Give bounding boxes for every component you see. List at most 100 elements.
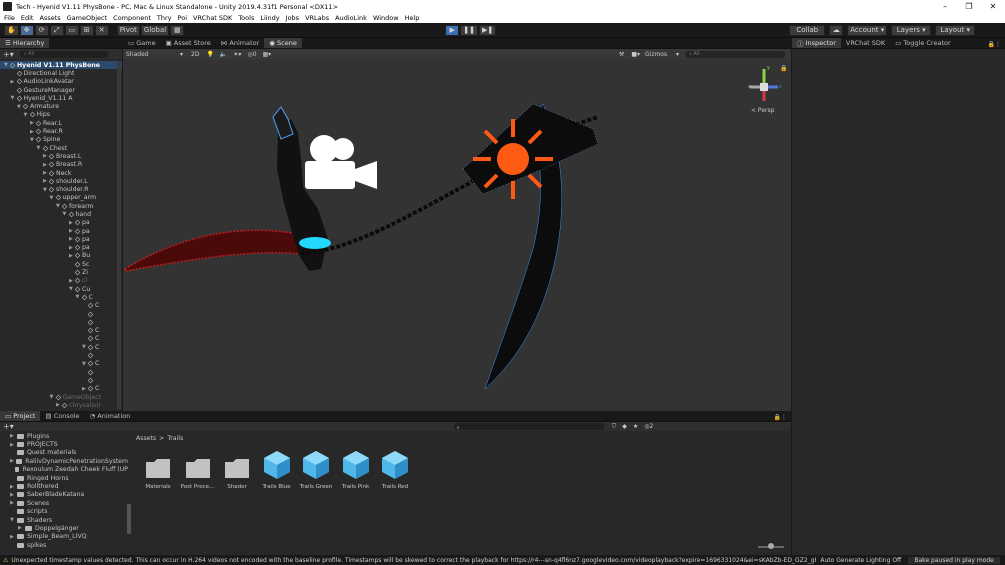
tab-game[interactable]: ▭ Game [123,38,161,48]
move-tool-button[interactable]: ✥ [19,24,34,36]
menu-item-10[interactable]: Jobs [286,14,299,22]
menu-item-8[interactable]: Tools [238,14,254,22]
layout-dropdown[interactable]: Layout ▾ [935,24,976,36]
hierarchy-item[interactable]: C [0,327,122,335]
gizmos-dropdown[interactable]: Gizmos ▾ [643,51,679,58]
hierarchy-item[interactable]: Directional Light [0,69,122,77]
rotate-tool-button[interactable]: ⟳ [34,24,49,36]
hierarchy-item[interactable]: Sc [0,260,122,268]
hierarchy-item[interactable]: ▶ Rear.R [0,127,122,135]
expanded-arrow-icon[interactable]: ▼ [76,294,82,300]
hierarchy-item[interactable]: ▼ C [0,343,122,351]
asset-item[interactable]: Materials [140,452,176,490]
hierarchy-item[interactable]: ▼ Chest [0,144,122,152]
tab-animation[interactable]: ◔ Animation [85,411,136,421]
hierarchy-item[interactable]: ▶ cl [0,277,122,285]
hierarchy-item[interactable]: ▼ Cu [0,285,122,293]
menu-item-5[interactable]: Thry [157,14,172,22]
project-folder-item[interactable]: Ringed Horns [0,474,128,482]
hidden-count-icon[interactable]: ◎2 [644,423,653,430]
hierarchy-item[interactable]: C [0,302,122,310]
project-folder-item[interactable]: scripts [0,508,128,516]
persp-label[interactable]: < Persp [751,107,774,114]
asset-item[interactable]: Trails Pink [338,451,374,490]
hidden-icon[interactable]: ◎0 [247,51,256,58]
status-message[interactable]: Unexpected timestamp values detected. Th… [11,557,816,564]
collapsed-arrow-icon[interactable]: ▶ [18,525,25,531]
step-button[interactable]: ▶❚ [478,24,497,36]
hierarchy-item[interactable] [0,318,122,326]
project-folder-item[interactable]: ▶ RaliivDynamicPenetrationSystem [0,457,128,465]
hierarchy-item[interactable]: C [0,335,122,343]
collapsed-arrow-icon[interactable]: ▶ [10,433,17,439]
menu-item-7[interactable]: VRChat SDK [193,14,232,22]
project-folder-item[interactable]: ▶ PROJECTS [0,440,128,448]
lock-icon[interactable]: 🔒 [780,65,787,72]
hierarchy-item[interactable]: ▶ Bu [0,252,122,260]
layers-dropdown[interactable]: Layers ▾ [891,24,932,36]
scene-search-input[interactable]: ⌕ All [685,50,785,58]
collapsed-arrow-icon[interactable]: ▶ [11,79,17,85]
collapsed-arrow-icon[interactable]: ▶ [10,492,17,498]
pause-button[interactable]: ❚❚ [460,24,478,36]
menu-item-4[interactable]: Component [113,14,151,22]
tab-vrchat-sdk[interactable]: VRChat SDK [841,38,890,48]
add-icon[interactable]: +▾ [3,50,14,59]
hierarchy-item[interactable]: ▼ forearm [0,202,122,210]
tools-icon[interactable]: ⚒ [619,51,624,58]
menu-item-0[interactable]: File [4,14,15,22]
play-button[interactable]: ▶ [445,24,460,36]
label-icon[interactable]: ◆ [622,423,627,430]
hierarchy-item[interactable]: ▼ Hyenid V1.11 PhysBone [0,61,122,70]
collapsed-arrow-icon[interactable]: ▶ [10,442,17,448]
tab-hierarchy[interactable]: ☰ Hierarchy [0,38,50,48]
project-folder-item[interactable]: ▶ Rollthered [0,482,128,490]
hierarchy-item[interactable] [0,376,122,384]
project-folder-item[interactable]: ▶ SaberBladeKatana [0,491,128,499]
project-folder-item[interactable]: ▶Texture [0,549,128,550]
custom-tool-button[interactable]: ✕ [94,24,109,36]
hierarchy-item[interactable]: ▼ Hips [0,111,122,119]
project-folder-item[interactable]: ▶ Plugins [0,432,128,440]
global-toggle[interactable]: Global [140,24,170,36]
tab-project[interactable]: ▭ Project [0,411,41,421]
asset-item[interactable]: Trails Blue [259,451,295,490]
project-folder-item[interactable]: Rexoulum Zeedah Cheek Fluff (UP [0,466,128,474]
auto-generate-lighting[interactable]: Auto Generate Lighting Off [820,557,901,564]
hierarchy-item[interactable]: ▶ Rear.L [0,119,122,127]
transform-tool-button[interactable]: ⊞ [79,24,94,36]
menu-item-2[interactable]: Assets [39,14,60,22]
menu-item-11[interactable]: VRLabs [305,14,329,22]
menu-item-1[interactable]: Edit [21,14,34,22]
hierarchy-item[interactable]: ▶ shoulder.L [0,177,122,185]
hierarchy-item[interactable]: Zi [0,268,122,276]
expanded-arrow-icon[interactable]: ▼ [63,211,69,217]
hierarchy-item[interactable]: ▼ Spine [0,136,122,144]
tab-animator[interactable]: ⋈ Animator [216,38,264,48]
project-folder-item[interactable]: ▼ Shaders [0,516,128,524]
hierarchy-item[interactable] [0,310,122,318]
snap-button[interactable]: ▦ [170,24,185,36]
hierarchy-item[interactable]: ▼ hand [0,210,122,218]
hierarchy-item[interactable]: ▶ Breast.L [0,152,122,160]
star-icon[interactable]: ★ [633,423,638,430]
hierarchy-item[interactable] [0,351,122,359]
expanded-arrow-icon[interactable]: ▼ [10,517,17,523]
lock-icon[interactable]: 🔒⋮ [988,41,1005,48]
filter-icon[interactable]: ⛉ [612,423,617,431]
hierarchy-item[interactable]: ▼ C [0,360,122,368]
maximize-button[interactable]: ❐ [957,2,981,11]
asset-item[interactable]: Trails Green [298,451,334,490]
project-folder-item[interactable]: ▶ Scenes [0,499,128,507]
hierarchy-item[interactable]: ▶ Breast.R [0,161,122,169]
close-button[interactable]: ✕ [981,2,1005,11]
hierarchy-item[interactable]: ▼ GameObject [0,393,122,401]
hierarchy-item[interactable]: ▶ pa [0,227,122,235]
account-dropdown[interactable]: Account ▾ [847,24,888,36]
project-search-input[interactable]: ⌕ [453,423,604,431]
asset-item[interactable]: Shader [219,452,255,490]
audio-icon[interactable]: 🔈 [220,51,227,58]
project-folder-item[interactable]: ▶ Doppelgänger [0,524,128,532]
collapsed-arrow-icon[interactable]: ▶ [10,484,17,490]
collapsed-arrow-icon[interactable]: ▶ [10,534,17,540]
